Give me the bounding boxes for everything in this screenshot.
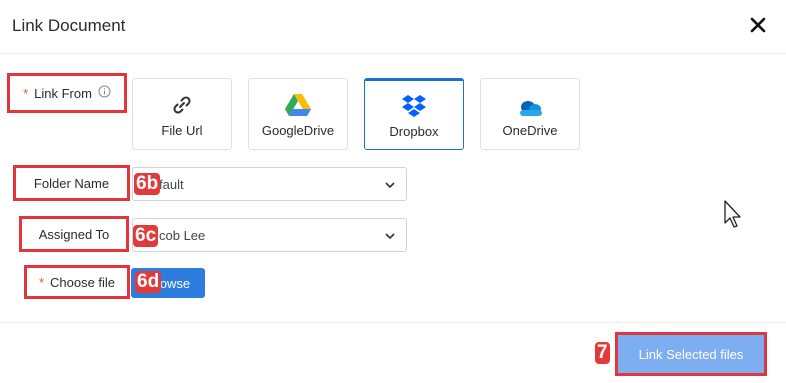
source-file-url[interactable]: File Url bbox=[132, 78, 232, 150]
chevron-down-icon bbox=[385, 182, 395, 189]
assigned-to-value: cob Lee bbox=[159, 227, 206, 243]
annotation-badge-6c: 6c bbox=[133, 225, 159, 247]
assigned-to-select[interactable]: cob Lee bbox=[132, 218, 407, 252]
link-selected-files-label: Link Selected files bbox=[638, 346, 744, 362]
close-icon bbox=[750, 17, 766, 33]
google-drive-icon bbox=[285, 93, 311, 116]
link-selected-files-button[interactable]: Link Selected files bbox=[615, 332, 767, 376]
dialog-title: Link Document bbox=[12, 16, 126, 35]
required-marker: * bbox=[23, 85, 29, 101]
footer-divider bbox=[0, 322, 786, 323]
close-button[interactable] bbox=[748, 15, 768, 35]
link-icon bbox=[173, 95, 191, 114]
folder-name-select[interactable]: fault bbox=[132, 167, 407, 201]
annotation-badge-6d: 6d bbox=[135, 271, 162, 293]
link-document-dialog: Link Document * Link From 6a Fi bbox=[0, 0, 786, 383]
choose-file-label: * Choose file bbox=[24, 265, 130, 299]
chevron-down-icon bbox=[385, 233, 395, 240]
source-label: Dropbox bbox=[389, 123, 439, 139]
info-icon[interactable] bbox=[98, 85, 111, 101]
source-label: File Url bbox=[161, 122, 203, 138]
mouse-cursor-icon bbox=[724, 200, 741, 228]
source-onedrive[interactable]: OneDrive bbox=[480, 78, 580, 150]
onedrive-icon bbox=[520, 100, 542, 116]
link-from-label: * Link From bbox=[7, 73, 127, 113]
assigned-to-label-text: Assigned To bbox=[38, 226, 110, 242]
dropbox-icon bbox=[402, 94, 426, 117]
source-label: GoogleDrive bbox=[261, 122, 335, 138]
folder-name-label-text: Folder Name bbox=[33, 175, 110, 191]
folder-name-label: Folder Name bbox=[13, 165, 130, 201]
browse-button-label: owse bbox=[159, 275, 191, 291]
source-label: OneDrive bbox=[502, 122, 558, 138]
assigned-to-label: Assigned To bbox=[19, 216, 129, 252]
dialog-header: Link Document bbox=[0, 0, 786, 54]
link-from-label-text: Link From bbox=[34, 85, 92, 101]
source-dropbox[interactable]: Dropbox bbox=[364, 78, 464, 150]
source-google-drive[interactable]: GoogleDrive bbox=[248, 78, 348, 150]
annotation-badge-7: 7 bbox=[595, 342, 610, 364]
folder-name-value: fault bbox=[159, 176, 184, 192]
required-marker: * bbox=[38, 274, 44, 290]
choose-file-label-text: Choose file bbox=[50, 274, 116, 290]
annotation-badge-6b: 6b bbox=[134, 173, 161, 195]
